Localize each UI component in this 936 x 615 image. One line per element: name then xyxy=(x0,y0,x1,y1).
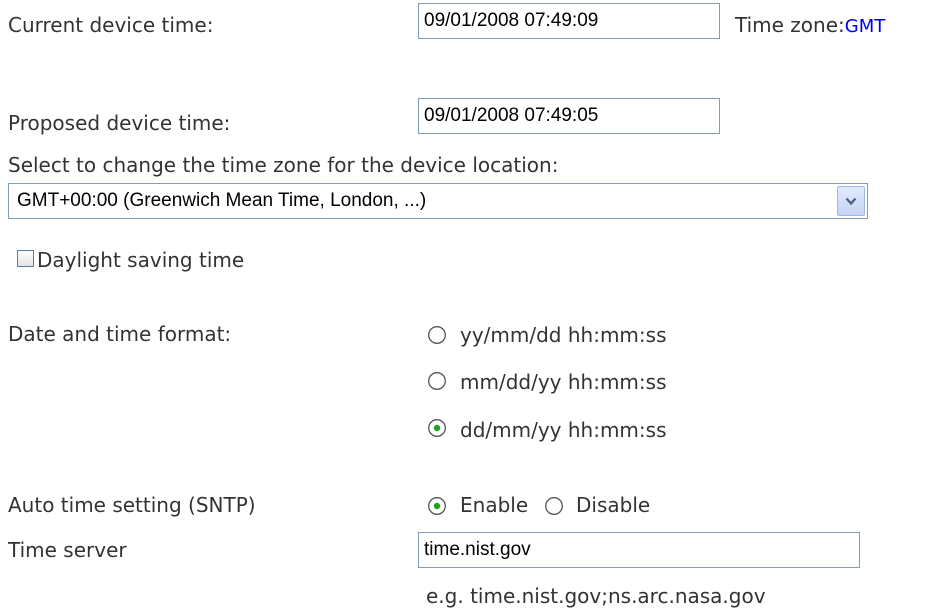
timezone-label: Time zone: xyxy=(735,13,845,37)
time-server-hint: e.g. time.nist.gov;ns.arc.nasa.gov xyxy=(426,584,766,608)
timezone-dropdown-button[interactable] xyxy=(837,186,865,216)
sntp-label: Auto time setting (SNTP) xyxy=(8,493,256,517)
timezone-select-label: Select to change the time zone for the d… xyxy=(8,153,559,177)
timezone-select[interactable]: GMT+00:00 (Greenwich Mean Time, London, … xyxy=(8,183,868,219)
proposed-time-input[interactable]: 09/01/2008 07:49:05 xyxy=(418,98,720,134)
sntp-disable-label: Disable xyxy=(576,493,651,517)
format-radio-ddmmyy[interactable] xyxy=(427,418,447,438)
format-option-ddmmyy: dd/mm/yy hh:mm:ss xyxy=(460,418,667,442)
format-option-mmddyy: mm/dd/yy hh:mm:ss xyxy=(460,370,667,394)
daylight-saving-checkbox[interactable] xyxy=(17,250,34,267)
chevron-down-icon xyxy=(845,197,857,206)
current-time-label: Current device time: xyxy=(8,13,214,37)
current-time-field: 09/01/2008 07:49:09 xyxy=(418,3,720,39)
format-option-yymmdd: yy/mm/dd hh:mm:ss xyxy=(460,323,667,347)
sntp-enable-radio[interactable] xyxy=(427,496,447,516)
proposed-time-label: Proposed device time: xyxy=(8,111,231,135)
timezone-select-value: GMT+00:00 (Greenwich Mean Time, London, … xyxy=(17,190,427,211)
format-radio-mmddyy[interactable] xyxy=(427,371,447,391)
format-radio-yymmdd[interactable] xyxy=(427,325,447,345)
daylight-saving-label: Daylight saving time xyxy=(37,248,245,272)
timezone-display: Time zone:GMT xyxy=(735,13,885,39)
time-server-label: Time server xyxy=(8,538,127,562)
timezone-value: GMT xyxy=(844,16,886,37)
date-format-label: Date and time format: xyxy=(8,322,232,346)
time-server-input[interactable]: time.nist.gov xyxy=(418,532,860,568)
sntp-enable-label: Enable xyxy=(460,493,529,517)
sntp-disable-radio[interactable] xyxy=(544,496,564,516)
